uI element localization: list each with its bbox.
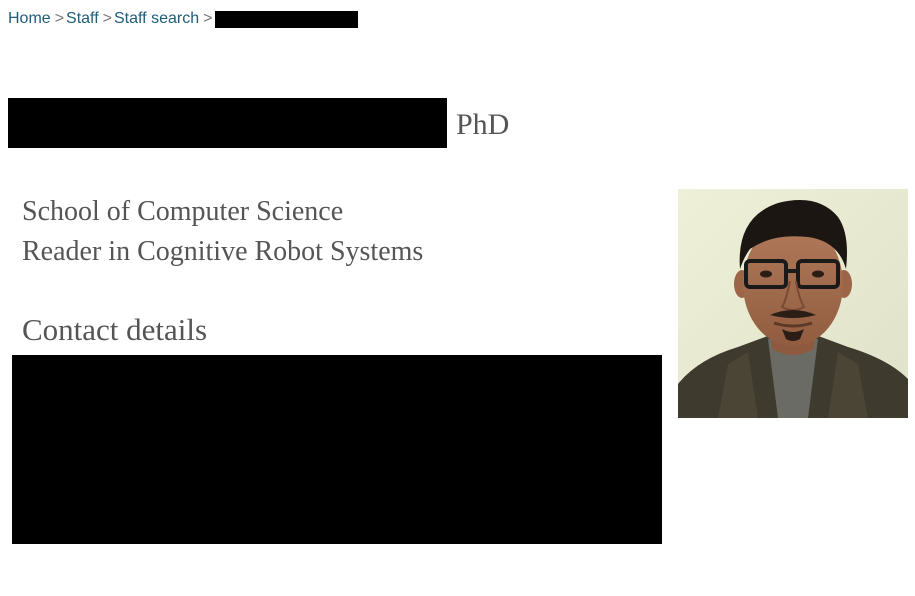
profile-name-heading: PhD: [8, 98, 509, 148]
breadcrumb-current-redacted: [215, 10, 359, 28]
profile-position: Reader in Cognitive Robot Systems: [22, 236, 424, 267]
contact-details-heading: Contact details: [22, 312, 208, 347]
breadcrumb-staff-link[interactable]: Staff: [66, 10, 99, 28]
breadcrumb-home-link[interactable]: Home: [8, 10, 51, 28]
contact-details-redacted: [12, 355, 662, 544]
breadcrumb: Home > Staff > Staff search >: [8, 9, 359, 29]
profile-info: School of Computer Science Reader in Cog…: [22, 192, 423, 272]
breadcrumb-staff-search-link[interactable]: Staff search: [114, 10, 199, 28]
breadcrumb-separator: >: [54, 10, 65, 27]
profile-photo: [678, 189, 908, 418]
profile-name-suffix: PhD: [456, 108, 510, 141]
breadcrumb-separator: >: [203, 10, 213, 27]
breadcrumb-separator: >: [102, 10, 112, 27]
profile-school: School of Computer Science: [22, 196, 344, 227]
profile-name-redacted: [8, 98, 447, 148]
profile-photo-image: [678, 189, 908, 418]
